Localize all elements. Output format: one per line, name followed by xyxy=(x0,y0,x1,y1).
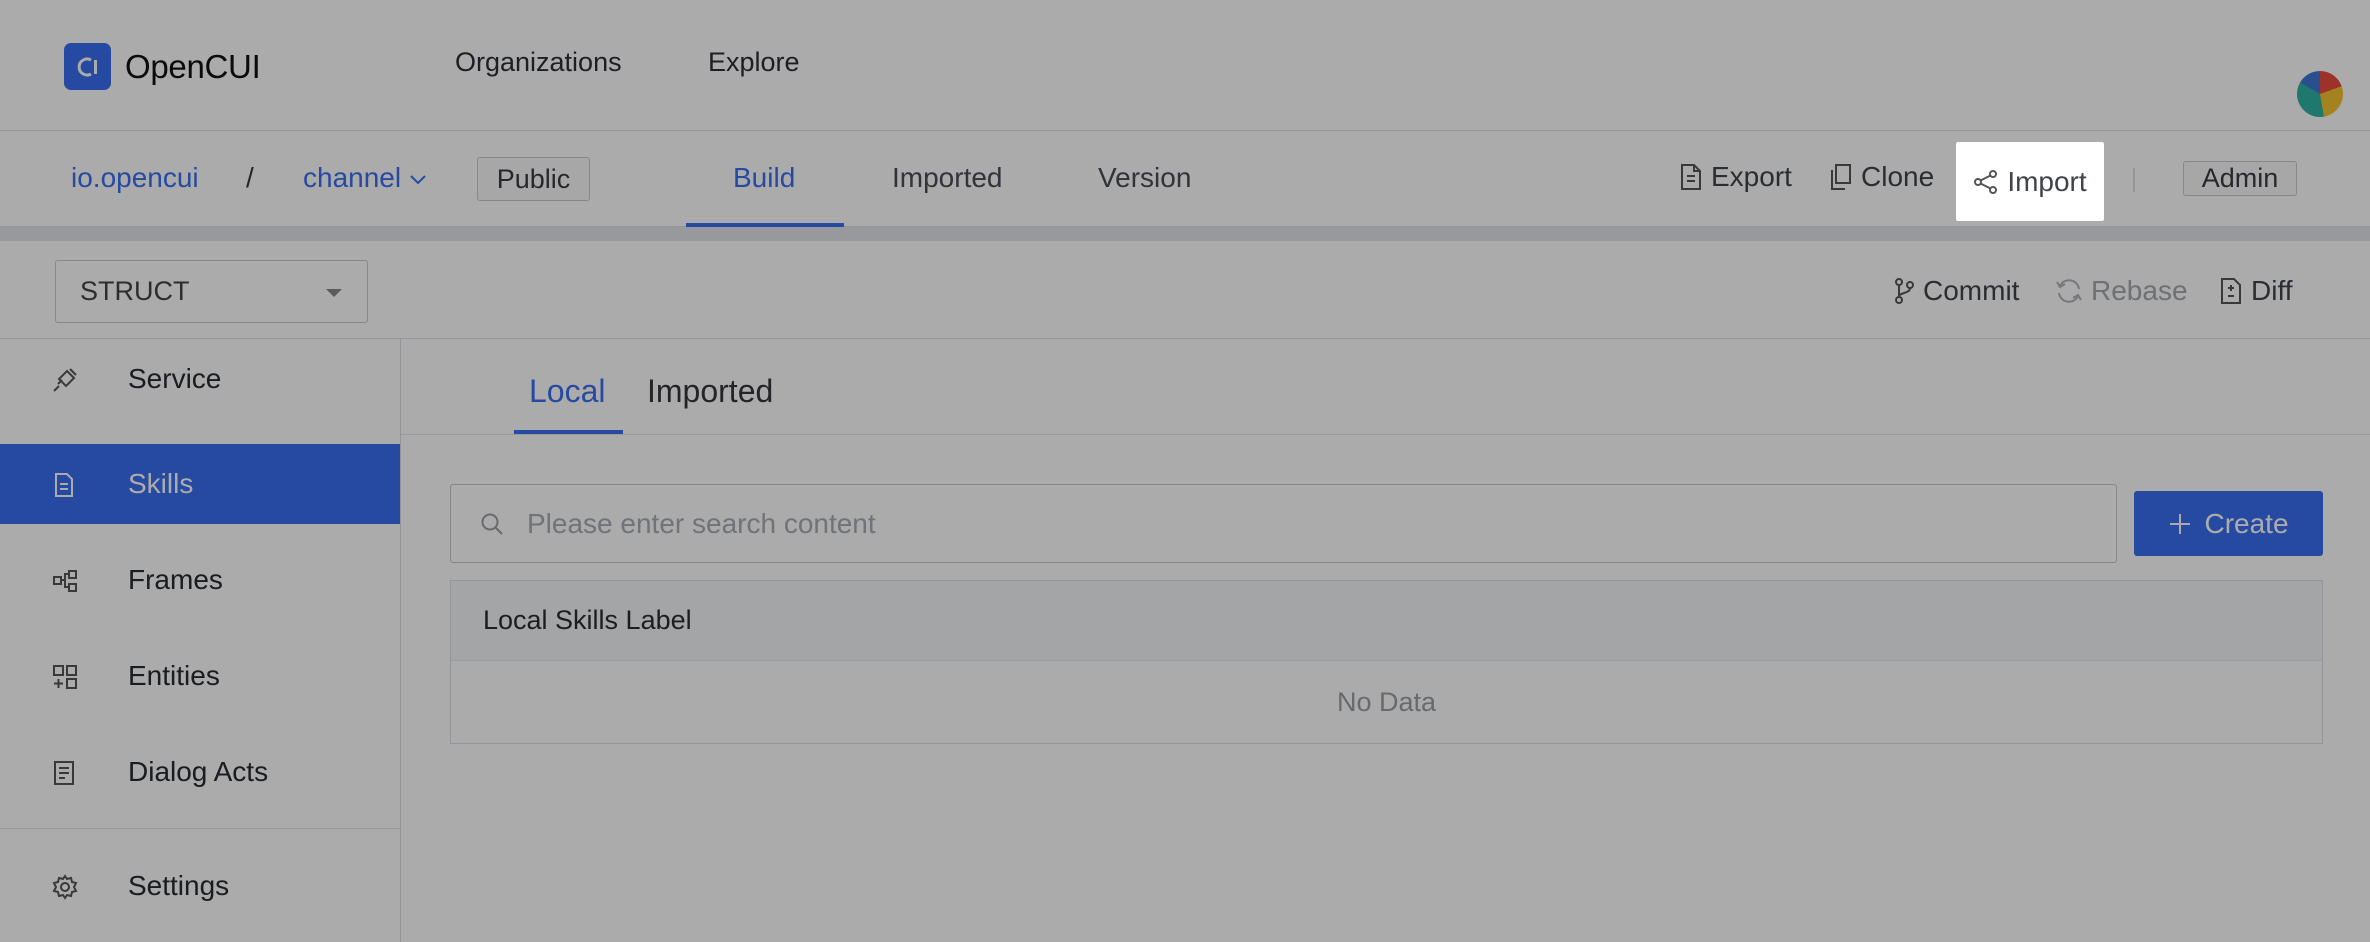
skills-tabs: Local Imported xyxy=(401,339,2370,435)
search-icon xyxy=(479,511,505,537)
sync-icon xyxy=(2055,277,2083,305)
export-button[interactable]: Export xyxy=(1679,161,1792,193)
app-logo[interactable]: OpenCUI xyxy=(64,43,261,90)
gear-icon xyxy=(52,874,78,900)
rebase-button[interactable]: Rebase xyxy=(2055,275,2188,307)
import-label: Import xyxy=(2007,165,2087,197)
rebase-label: Rebase xyxy=(2091,275,2188,306)
nav-explore[interactable]: Explore xyxy=(708,47,800,78)
hierarchy-icon xyxy=(52,568,78,594)
create-button[interactable]: Create xyxy=(2134,491,2323,556)
breadcrumb-separator: / xyxy=(246,162,254,193)
commit-label: Commit xyxy=(1923,275,2020,306)
sidebar-item-label: Settings xyxy=(128,870,230,901)
tab-version[interactable]: Version xyxy=(1098,162,1191,194)
section-divider xyxy=(0,227,2370,241)
search-box[interactable] xyxy=(450,484,2117,563)
build-toolbar: STRUCT Commit Rebase Diff xyxy=(0,241,2370,339)
admin-button[interactable]: Admin xyxy=(2183,161,2297,196)
grid-plus-icon xyxy=(52,664,78,690)
breadcrumb-project-dropdown[interactable]: channel xyxy=(303,162,427,194)
sidebar-item-frames[interactable]: Frames xyxy=(0,540,400,620)
sidebar-item-skills[interactable]: Skills xyxy=(0,444,400,524)
tab-imported-skills[interactable]: Imported xyxy=(647,373,773,410)
top-navbar: OpenCUI Organizations Explore xyxy=(0,0,2370,131)
skills-table: Local Skills Label No Data xyxy=(450,580,2323,744)
nav-organizations[interactable]: Organizations xyxy=(455,47,622,78)
empty-state: No Data xyxy=(1336,686,1437,717)
share-icon xyxy=(1973,169,1999,195)
diff-button[interactable]: Diff xyxy=(2219,275,2293,307)
copy-icon xyxy=(1829,163,1853,191)
visibility-tag: Public xyxy=(477,157,590,201)
sidebar: Service Skills Frames Entities Dialog Ac… xyxy=(0,339,401,942)
document-icon xyxy=(52,472,76,498)
chevron-down-icon xyxy=(409,174,427,186)
sidebar-item-dialog-acts[interactable]: Dialog Acts xyxy=(0,732,400,812)
struct-select[interactable]: STRUCT xyxy=(55,260,368,323)
opencui-logo-icon xyxy=(64,43,111,90)
sidebar-item-label: Skills xyxy=(128,468,194,499)
create-label: Create xyxy=(2204,507,2289,539)
import-button[interactable]: Import xyxy=(1956,142,2104,221)
file-diff-icon xyxy=(2219,277,2243,305)
git-branch-icon xyxy=(1893,277,1915,305)
tab-local[interactable]: Local xyxy=(529,373,606,410)
sidebar-item-settings[interactable]: Settings xyxy=(0,846,400,926)
table-header: Local Skills Label xyxy=(451,581,2322,661)
export-label: Export xyxy=(1711,161,1792,192)
sidebar-divider xyxy=(0,828,400,829)
list-doc-icon xyxy=(52,760,76,786)
plug-icon xyxy=(52,367,78,393)
commit-button[interactable]: Commit xyxy=(1893,275,2019,307)
sidebar-item-entities[interactable]: Entities xyxy=(0,636,400,716)
tab-imported[interactable]: Imported xyxy=(892,162,1003,194)
diff-label: Diff xyxy=(2251,275,2293,306)
clone-button[interactable]: Clone xyxy=(1829,161,1934,193)
clone-label: Clone xyxy=(1861,161,1935,192)
active-subtab-indicator xyxy=(514,430,623,434)
breadcrumb-project: channel xyxy=(303,162,402,193)
sidebar-item-service[interactable]: Service xyxy=(0,339,400,419)
search-input[interactable] xyxy=(527,501,2087,547)
plus-icon xyxy=(2168,512,2192,536)
app-name: OpenCUI xyxy=(125,47,261,85)
actions-divider xyxy=(2133,168,2135,192)
caret-down-icon xyxy=(325,288,343,298)
sidebar-item-label: Dialog Acts xyxy=(128,756,269,787)
user-avatar[interactable] xyxy=(2297,71,2343,117)
sidebar-item-label: Entities xyxy=(128,660,220,691)
struct-select-value: STRUCT xyxy=(80,276,190,306)
file-export-icon xyxy=(1679,163,1703,191)
sidebar-item-label: Frames xyxy=(128,564,223,595)
tab-build[interactable]: Build xyxy=(733,162,795,194)
sidebar-item-label: Service xyxy=(128,363,222,394)
main-content: Local Imported Create Local Skills Label… xyxy=(401,339,2370,942)
breadcrumb-org[interactable]: io.opencui xyxy=(71,162,199,194)
